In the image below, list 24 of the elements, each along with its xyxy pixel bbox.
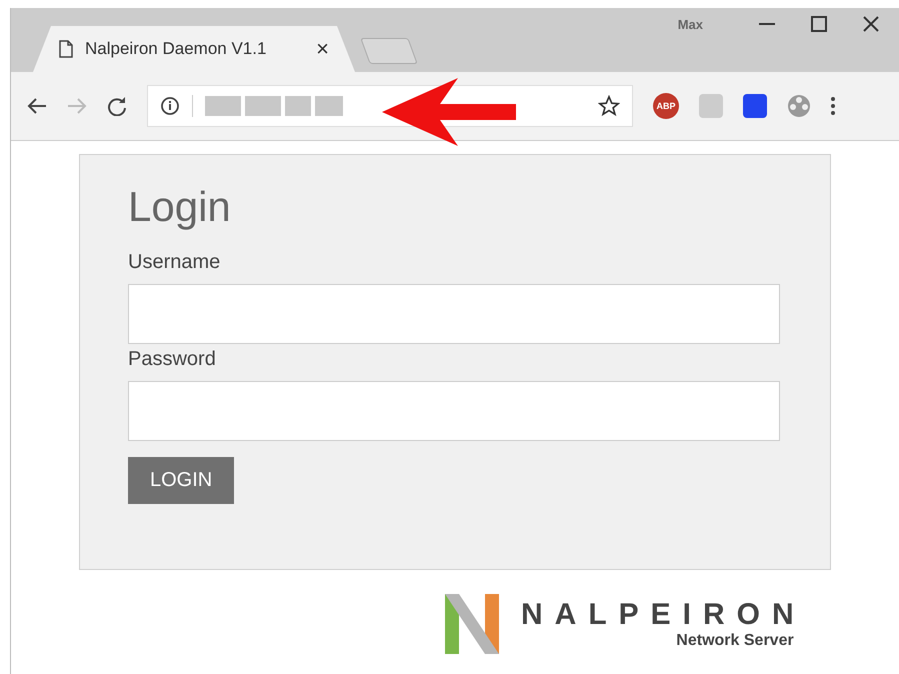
- browser-tab[interactable]: Nalpeiron Daemon V1.1 ×: [33, 26, 355, 72]
- field-label: Username: [128, 251, 222, 274]
- field-label: Password: [128, 348, 217, 371]
- logo-icon: [445, 594, 499, 654]
- info-icon: [160, 96, 180, 116]
- back-arrow-icon[interactable]: [27, 97, 47, 115]
- logo-subtitle: Network Server: [676, 632, 794, 650]
- close-icon[interactable]: [863, 16, 879, 32]
- logo-name: NALPEIRON: [521, 598, 806, 632]
- login-button[interactable]: LOGIN: [128, 457, 234, 504]
- login-title: Login: [128, 183, 232, 231]
- page-icon: [59, 40, 73, 58]
- menu-icon[interactable]: [831, 97, 835, 115]
- adblock-badge[interactable]: ABP: [653, 93, 679, 119]
- input-field[interactable]: [128, 381, 780, 441]
- maximize-icon[interactable]: [811, 16, 827, 32]
- info-extension-icon[interactable]: [743, 94, 767, 118]
- star-icon[interactable]: [598, 95, 620, 117]
- tab-close-button[interactable]: ×: [316, 36, 329, 62]
- profile-name[interactable]: Max: [678, 16, 703, 32]
- tab-title: Nalpeiron Daemon V1.1: [85, 39, 268, 59]
- reload-icon[interactable]: [107, 96, 127, 116]
- input-field[interactable]: [128, 284, 780, 344]
- film-reel-icon[interactable]: [787, 94, 811, 118]
